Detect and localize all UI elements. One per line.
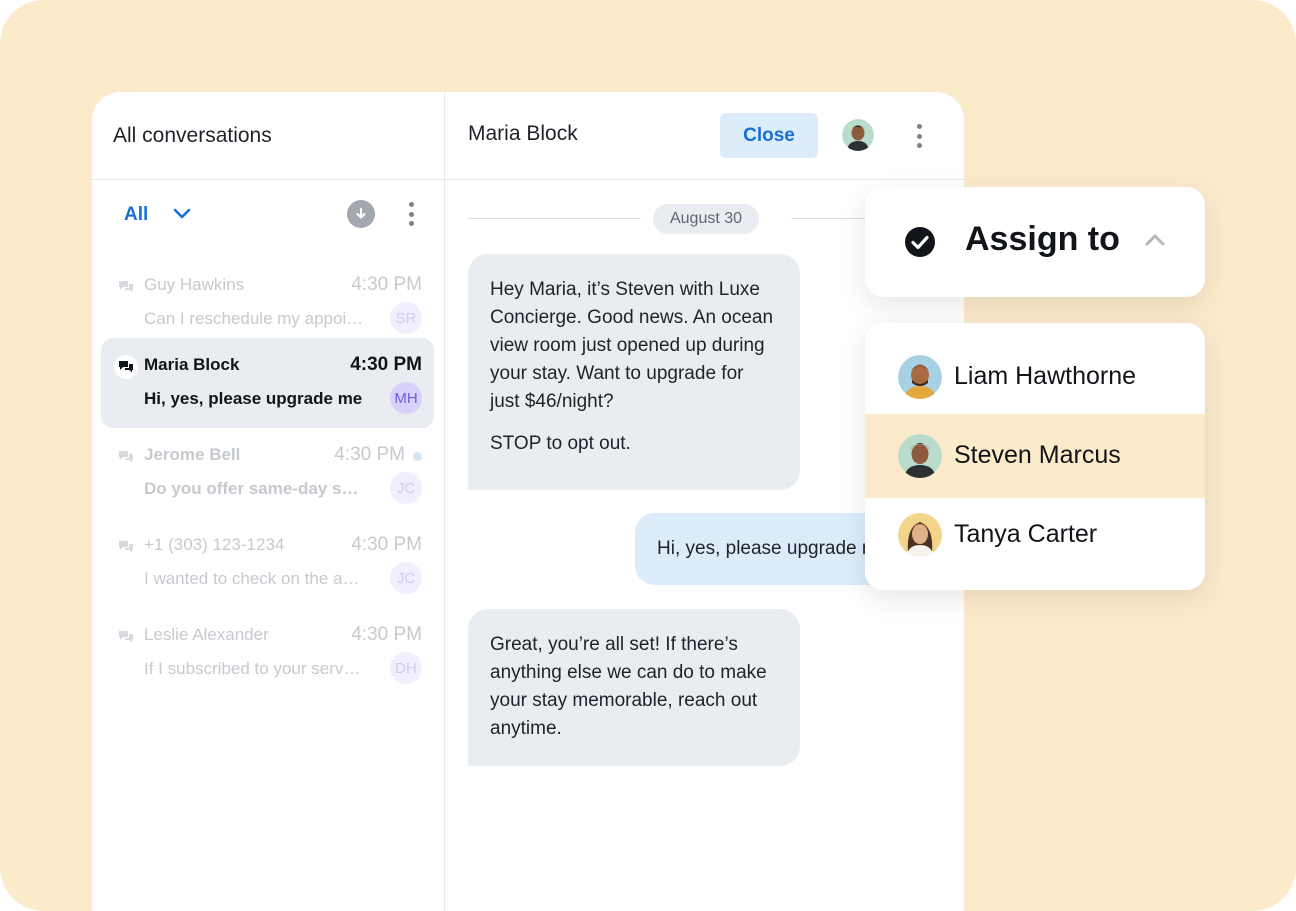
agent-option-selected[interactable]: Steven Marcus xyxy=(865,414,1205,498)
conversation-time: 4:30 PM xyxy=(334,444,405,465)
chat-bubbles-icon xyxy=(119,631,133,643)
person-icon xyxy=(898,513,942,557)
close-conversation-button[interactable]: Close xyxy=(720,113,818,158)
chevron-down-icon[interactable] xyxy=(172,206,192,222)
filter-dropdown-label[interactable]: All xyxy=(124,204,148,226)
conversation-name: Guy Hawkins xyxy=(144,275,245,294)
agent-option[interactable]: Tanya Carter xyxy=(865,493,1205,577)
assign-to-label: Assign to xyxy=(965,220,1120,258)
avatar: DH xyxy=(390,652,422,684)
unread-indicator xyxy=(413,452,422,461)
download-button[interactable] xyxy=(347,200,375,228)
chat-bubbles-icon xyxy=(119,281,133,293)
conversation-item[interactable]: +1 (303) 123-1234 4:30 PM I wanted to ch… xyxy=(101,518,434,608)
agent-name: Liam Hawthorne xyxy=(954,362,1137,390)
conversation-time: 4:30 PM xyxy=(351,274,422,295)
conversation-time: 4:30 PM xyxy=(350,354,422,375)
conversation-item[interactable]: Jerome Bell 4:30 PM Do you offer same-da… xyxy=(101,428,434,518)
person-icon xyxy=(898,355,942,399)
conversation-preview: If I subscribed to your serv… xyxy=(144,659,361,678)
conversations-title: All conversations xyxy=(92,92,444,180)
download-icon xyxy=(356,208,366,219)
contact-name: Maria Block xyxy=(468,122,578,145)
message-bubble-incoming: Great, you’re all set! If there’s anythi… xyxy=(468,609,800,766)
person-icon xyxy=(842,119,874,151)
filter-row: All xyxy=(92,180,444,248)
conversation-item[interactable]: Leslie Alexander 4:30 PM If I subscribed… xyxy=(101,608,434,698)
avatar xyxy=(898,434,942,478)
conversation-preview: Do you offer same-day s… xyxy=(144,479,359,498)
conversation-preview: Can I reschedule my appoi… xyxy=(144,309,364,328)
agent-name: Tanya Carter xyxy=(954,520,1098,548)
avatar xyxy=(898,513,942,557)
conversation-name: Jerome Bell xyxy=(144,445,241,464)
conversation-preview: I wanted to check on the a… xyxy=(144,569,360,588)
avatar: JC xyxy=(390,562,422,594)
avatar: MH xyxy=(390,382,422,414)
conversation-time: 4:30 PM xyxy=(351,624,422,645)
assignee-avatar[interactable] xyxy=(842,119,874,151)
conversation-name: Leslie Alexander xyxy=(144,625,269,644)
agent-name: Steven Marcus xyxy=(954,441,1121,469)
chat-header: Maria Block Close xyxy=(445,92,964,180)
message-text: Hey Maria, it’s Steven with Luxe Concier… xyxy=(490,279,774,412)
check-circle-icon xyxy=(905,227,935,257)
conversation-time: 4:30 PM xyxy=(351,534,422,555)
conversation-name: +1 (303) 123-1234 xyxy=(144,535,285,554)
conversations-panel: All conversations All Guy Hawkins 4:30 P… xyxy=(92,92,445,911)
app-window: All conversations All Guy Hawkins 4:30 P… xyxy=(92,92,964,911)
conversation-item-selected[interactable]: Maria Block 4:30 PM Hi, yes, please upgr… xyxy=(101,338,434,428)
chat-bubbles-icon xyxy=(114,355,138,379)
more-vertical-icon[interactable] xyxy=(408,202,414,226)
conversation-item[interactable]: Guy Hawkins 4:30 PM Can I reschedule my … xyxy=(101,258,434,348)
date-label: August 30 xyxy=(653,204,759,234)
assign-to-dropdown[interactable]: Assign to xyxy=(865,187,1205,297)
message-text: Great, you’re all set! If there’s anythi… xyxy=(490,634,767,739)
agent-list: Liam Hawthorne Steven Marcus Tanya Carte… xyxy=(865,323,1205,590)
conversation-name: Maria Block xyxy=(144,355,240,374)
chat-bubbles-icon xyxy=(119,541,133,553)
avatar xyxy=(898,355,942,399)
agent-option[interactable]: Liam Hawthorne xyxy=(865,335,1205,419)
message-text: STOP to opt out. xyxy=(490,433,631,454)
conversation-preview: Hi, yes, please upgrade me xyxy=(144,389,363,408)
person-icon xyxy=(898,434,942,478)
chevron-up-icon[interactable] xyxy=(1143,232,1167,248)
avatar: SR xyxy=(390,302,422,334)
more-vertical-icon[interactable] xyxy=(916,124,922,148)
chat-bubbles-icon xyxy=(119,451,133,463)
avatar: JC xyxy=(390,472,422,504)
message-bubble-incoming: Hey Maria, it’s Steven with Luxe Concier… xyxy=(468,254,800,490)
